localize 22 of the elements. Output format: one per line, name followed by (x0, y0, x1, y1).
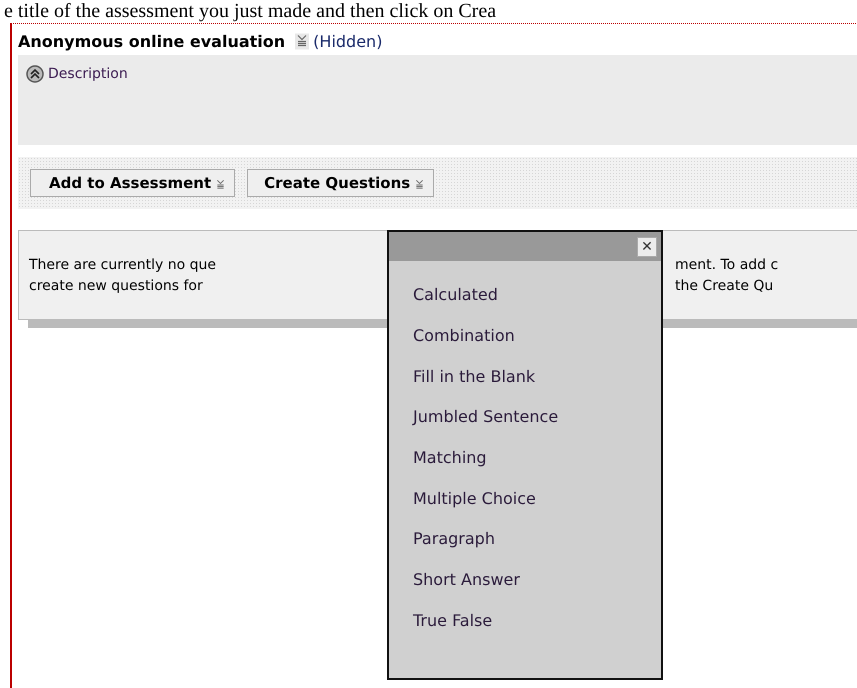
menu-item[interactable]: Calculated (413, 275, 498, 316)
toolbar-button[interactable]: Add to Assessment (30, 169, 236, 197)
instruction-text: e title of the assessment you just made and then click on Crea (3, 0, 496, 23)
message-text: ment. To add c (675, 257, 778, 273)
description-toggle[interactable]: Description (26, 65, 128, 83)
menu-item[interactable]: Paragraph (413, 519, 495, 560)
assessment-title: Anonymous online evaluation (18, 32, 286, 51)
menu-item[interactable]: True False (413, 600, 492, 642)
menu-item[interactable]: Short Answer (413, 560, 520, 600)
menu-item[interactable]: Matching (413, 438, 487, 478)
message-text: There are currently no que (29, 257, 216, 273)
menu-item[interactable]: Multiple Choice (413, 478, 536, 520)
menu-item[interactable]: Fill in the Blank (413, 356, 536, 398)
collapse-icon (26, 65, 44, 83)
message-text: the Create Qu (675, 278, 774, 294)
message-text: create new questions for (29, 278, 203, 294)
menu-item[interactable]: Combination (413, 316, 515, 356)
menu-icon[interactable] (295, 33, 310, 50)
menu-item[interactable]: Jumbled Sentence (413, 397, 558, 438)
close-button[interactable]: ✕ (637, 236, 657, 256)
visibility-label: (Hidden) (313, 32, 382, 51)
toolbar-button[interactable]: Create Questions (247, 169, 434, 197)
